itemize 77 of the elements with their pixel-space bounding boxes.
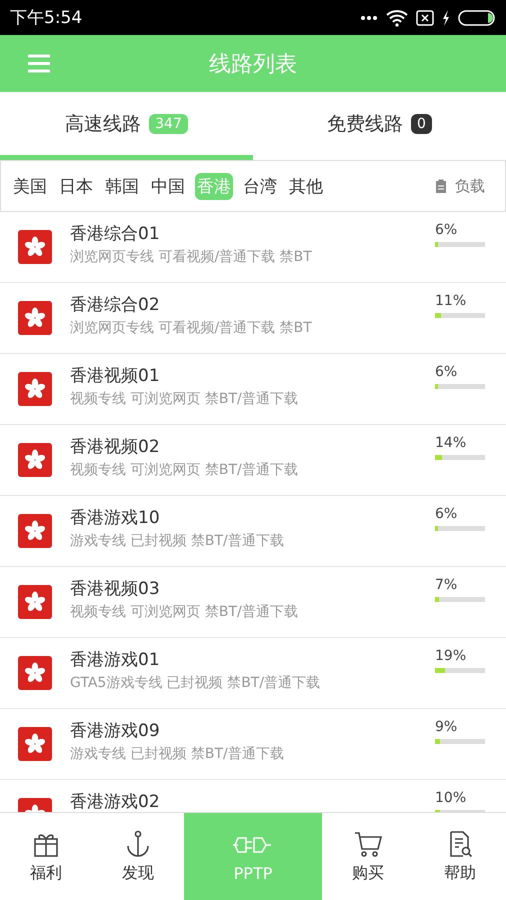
flag-icon	[18, 514, 52, 548]
region-filter[interactable]: 其他	[287, 172, 325, 200]
flag-icon	[18, 443, 52, 477]
server-description: GTA5游戏专线 已封视频 禁BT/普通下载	[70, 674, 322, 692]
tab-label: 高速线路	[65, 112, 142, 136]
flag-icon	[18, 230, 52, 264]
server-description: 视频专线 可浏览网页 禁BT/普通下载	[70, 461, 299, 479]
region-filter[interactable]: 韩国	[103, 172, 141, 200]
server-description: 游戏专线 已封视频 禁BT/普通下载	[70, 745, 285, 763]
server-name: 香港游戏10	[70, 507, 161, 529]
load-percent: 11%	[435, 293, 468, 309]
load-bar	[435, 313, 485, 318]
server-description: 游戏专线 已封视频 禁BT/普通下载	[70, 532, 285, 550]
nav-tab[interactable]: 购买	[322, 813, 414, 900]
server-description: 视频专线 可浏览网页 禁BT/普通下载	[70, 390, 299, 408]
region-filter[interactable]: 美国	[11, 172, 49, 200]
region-filter[interactable]: 中国	[149, 172, 187, 200]
load-percent: 6%	[435, 222, 458, 238]
sort-button[interactable]: 负载	[455, 176, 485, 196]
load-bar	[435, 526, 485, 531]
server-name: 香港视频02	[70, 436, 161, 458]
server-name: 香港游戏01	[70, 649, 161, 671]
server-name: 香港游戏02	[70, 791, 161, 812]
flag-icon	[18, 656, 52, 690]
flag-icon	[18, 372, 52, 406]
load-bar	[435, 455, 485, 460]
nav-tab[interactable]: 发现	[92, 813, 184, 900]
server-description: 视频专线 可浏览网页 禁BT/普通下载	[70, 603, 299, 621]
server-row[interactable]: 香港游戏01 GTA5游戏专线 已封视频 禁BT/普通下载 19%	[0, 638, 506, 709]
menu-icon[interactable]	[28, 54, 50, 73]
server-row[interactable]: 香港视频03 视频专线 可浏览网页 禁BT/普通下载 7%	[0, 567, 506, 638]
page-title: 线路列表	[209, 50, 297, 78]
more-icon	[360, 14, 378, 20]
load-percent: 14%	[435, 435, 468, 451]
load-percent: 7%	[435, 577, 458, 593]
count-badge: 0	[411, 114, 432, 134]
load-bar	[435, 739, 485, 744]
tab[interactable]: 免费线路 0	[253, 92, 506, 160]
battery-icon	[458, 10, 496, 26]
tab-label: 免费线路	[327, 112, 404, 136]
nav-tab[interactable]: 福利	[0, 813, 92, 900]
wifi-icon	[386, 8, 408, 26]
flag-icon	[18, 301, 52, 335]
server-row[interactable]: 香港游戏10 游戏专线 已封视频 禁BT/普通下载 6%	[0, 496, 506, 567]
server-row[interactable]: 香港综合02 浏览网页专线 可看视频/普通下载 禁BT 11%	[0, 283, 506, 354]
charging-icon	[442, 10, 450, 26]
server-name: 香港游戏09	[70, 720, 161, 742]
server-row[interactable]: 香港综合01 浏览网页专线 可看视频/普通下载 禁BT 6%	[0, 212, 506, 283]
load-percent: 19%	[435, 648, 468, 664]
server-name: 香港综合01	[70, 223, 161, 245]
load-percent: 6%	[435, 506, 458, 522]
flag-icon	[18, 727, 52, 761]
server-description: 浏览网页专线 可看视频/普通下载 禁BT	[70, 248, 313, 266]
server-name: 香港视频03	[70, 578, 161, 600]
load-bar	[435, 384, 485, 389]
count-badge: 347	[149, 114, 188, 134]
nav-tab[interactable]: 帮助	[414, 813, 506, 900]
server-name: 香港综合02	[70, 294, 161, 316]
server-row[interactable]: 香港视频01 视频专线 可浏览网页 禁BT/普通下载 6%	[0, 354, 506, 425]
region-filter[interactable]: 台湾	[241, 172, 279, 200]
no-sim-icon	[416, 10, 434, 26]
server-description: 浏览网页专线 可看视频/普通下载 禁BT	[70, 319, 313, 337]
flag-icon	[18, 585, 52, 619]
server-row[interactable]: 香港视频02 视频专线 可浏览网页 禁BT/普通下载 14%	[0, 425, 506, 496]
load-percent: 10%	[435, 790, 468, 806]
load-percent: 9%	[435, 719, 458, 735]
server-name: 香港视频01	[70, 365, 161, 387]
region-filter[interactable]: 日本	[57, 172, 95, 200]
status-time: 下午5:54	[10, 7, 82, 29]
tab[interactable]: 高速线路 347	[0, 92, 253, 160]
load-percent: 6%	[435, 364, 458, 380]
load-bar	[435, 668, 485, 673]
load-bar	[435, 597, 485, 602]
load-bar	[435, 242, 485, 247]
clipboard-icon	[435, 178, 447, 194]
cart-icon	[353, 829, 383, 859]
server-row[interactable]: 香港游戏09 游戏专线 已封视频 禁BT/普通下载 9%	[0, 709, 506, 780]
